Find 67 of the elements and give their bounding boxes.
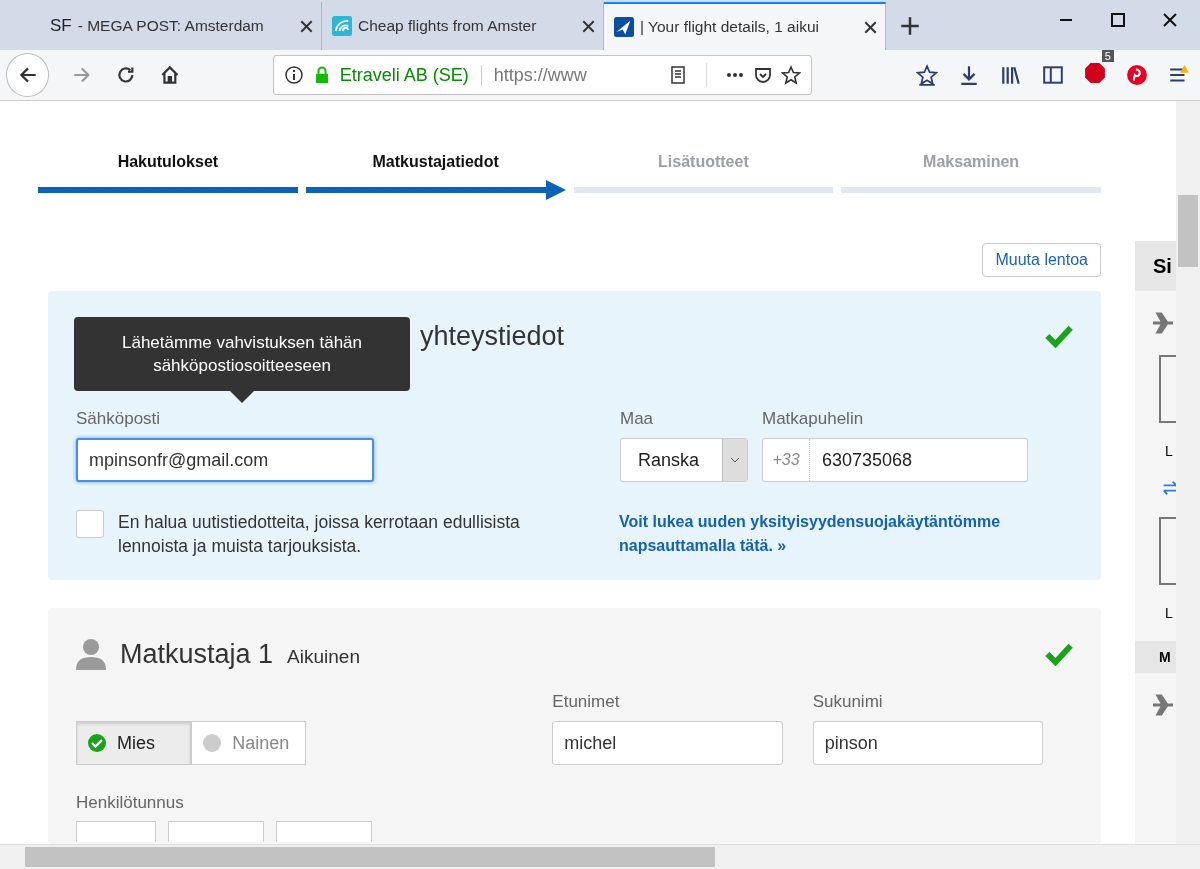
traveler-type: Aikuinen [287,646,361,668]
summary-text: M [1135,641,1176,673]
pocket-icon[interactable] [753,65,773,85]
gender-option[interactable]: Mies [76,721,192,765]
person-icon [76,638,106,670]
maximize-icon[interactable] [1110,12,1126,28]
browser-tab[interactable]: | Your flight details, 1 aikui [604,2,886,50]
close-icon[interactable] [864,20,877,34]
select-field[interactable] [168,821,264,842]
close-icon[interactable] [582,19,595,33]
url-text: https://www [493,64,588,86]
field-label: Sähköposti [76,409,162,429]
summary-text: L [1165,605,1173,621]
address-bar[interactable]: Etraveli AB (SE) https://www [272,55,812,95]
plane-icon [1151,311,1175,335]
step-label: Hakutulokset [117,153,219,171]
close-icon[interactable] [300,19,313,33]
addon-badge: 5 [1101,50,1114,62]
wifi-icon [332,16,352,36]
scrollbar[interactable] [1176,101,1200,844]
first-name-field[interactable]: michel [552,721,783,765]
star-icon[interactable] [916,64,938,86]
field-label: Henkilötunnus [76,793,185,813]
email-field[interactable]: mpinsonfr@gmail.com [76,438,374,482]
field-label: Sukunimi [812,692,884,712]
tab-favicon-text: SF [50,16,72,36]
select-field[interactable] [276,821,372,842]
phone-field[interactable]: +33 630735068 [762,438,1028,482]
step-label: Matkustajatiedot [372,153,499,171]
summary-text: L [1165,443,1173,459]
stop-sign-icon[interactable] [1084,62,1106,84]
step-label: Lisätuotteet [658,153,749,171]
info-icon[interactable] [283,65,304,85]
checkbox[interactable] [76,510,104,538]
check-circle-icon [87,733,107,753]
section-heading: yhteystiedot [420,320,565,352]
sidebar-icon[interactable] [1042,64,1064,86]
library-icon[interactable] [1000,64,1022,86]
checkbox-label: En halua uutistiedotteita, joissa kerrotaan edullisista lennoista ja muista tarjouksista. [118,511,521,558]
select-field[interactable] [76,821,156,842]
download-icon[interactable] [958,64,980,86]
site-identity: Etraveli AB (SE) [339,64,482,86]
country-select[interactable]: Ranska [620,438,748,482]
new-tab-icon[interactable] [900,16,920,36]
plane-icon [1151,693,1175,717]
circle-icon [202,733,223,753]
scrollbar[interactable] [0,844,1200,869]
pin-icon[interactable] [1126,64,1148,86]
tooltip: Lähetämme vahvistuksen tähän sähköpostiosoitteeseen [74,317,410,391]
tooltip-pointer [230,391,254,403]
star-icon[interactable] [781,65,801,85]
privacy-link[interactable]: Voit lukea uuden yksityisyydensuojakäytäntömme napsauttamalla tätä. » [619,510,1039,558]
gender-option[interactable]: Nainen [191,721,307,765]
change-flight-button[interactable]: Muuta lentoa [982,243,1101,277]
panel-title: Si [1152,254,1172,278]
last-name-field[interactable]: pinson [812,721,1043,765]
field-label: Matkapuhelin [762,409,865,429]
plane-icon [614,17,634,37]
reader-view-icon[interactable] [668,65,688,85]
section-heading: Matkustaja 1 [120,638,274,670]
back-button[interactable] [6,53,50,97]
swap-icon [1161,479,1176,497]
close-icon[interactable] [1162,12,1178,28]
field-label: Etunimet [552,692,621,712]
step-label: Maksaminen [923,153,1020,171]
caret-icon [730,457,740,463]
field-label: Maa [620,409,655,429]
